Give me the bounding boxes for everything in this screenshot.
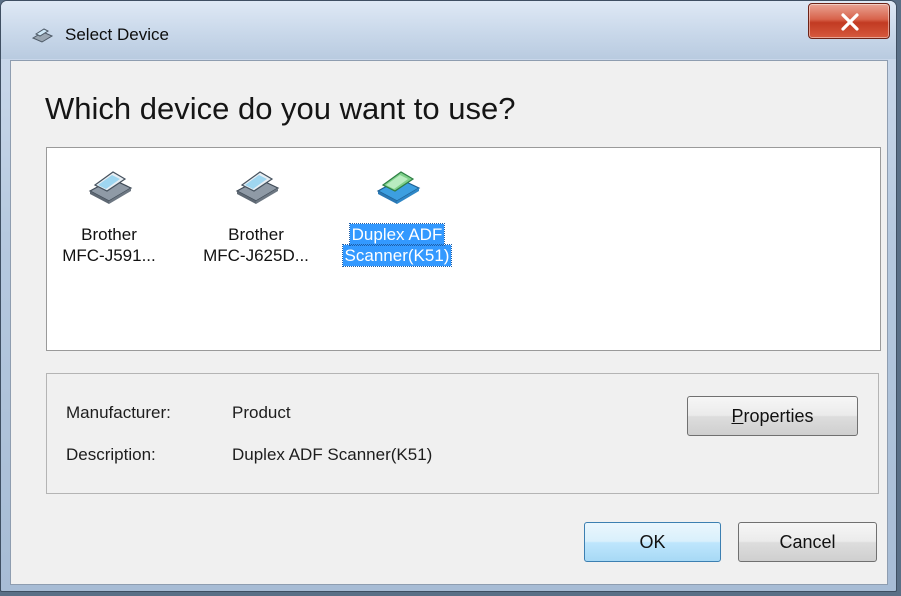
device-list[interactable]: Brother MFC-J591... Brother MFC-J625D... <box>46 147 881 351</box>
device-label: MFC-J591... <box>62 246 156 265</box>
cancel-button[interactable]: Cancel <box>738 522 877 562</box>
device-label: Brother <box>81 225 137 244</box>
device-label: MFC-J625D... <box>203 246 309 265</box>
device-label: Duplex ADF <box>348 223 446 246</box>
scanner-icon <box>31 28 53 43</box>
device-label: Scanner(K51) <box>341 244 453 267</box>
window-title: Select Device <box>65 25 169 44</box>
device-info-group: Manufacturer: Product Description: Duple… <box>46 373 879 494</box>
page-title: Which device do you want to use? <box>45 91 516 126</box>
scanner-icon <box>235 171 280 204</box>
description-label: Description: <box>66 445 156 464</box>
device-item-brother-mfc-j591[interactable]: Brother MFC-J591... <box>53 162 165 284</box>
manufacturer-value: Product <box>232 403 291 422</box>
description-value: Duplex ADF Scanner(K51) <box>232 445 433 464</box>
device-label: Brother <box>228 225 284 244</box>
device-item-brother-mfc-j625d[interactable]: Brother MFC-J625D... <box>200 162 312 284</box>
select-device-dialog: Select Device Which device do you want t… <box>0 0 897 592</box>
title-bar[interactable]: Select Device <box>1 1 896 59</box>
manufacturer-label: Manufacturer: <box>66 403 171 422</box>
dialog-content: Which device do you want to use? Brother… <box>10 60 888 585</box>
device-item-duplex-adf-scanner[interactable]: Duplex ADF Scanner(K51) <box>341 162 453 284</box>
close-icon <box>841 13 859 31</box>
close-button[interactable] <box>808 3 890 39</box>
scanner-icon <box>376 171 421 204</box>
properties-button[interactable]: Properties <box>687 396 858 436</box>
scanner-icon <box>88 171 133 204</box>
ok-button[interactable]: OK <box>584 522 721 562</box>
